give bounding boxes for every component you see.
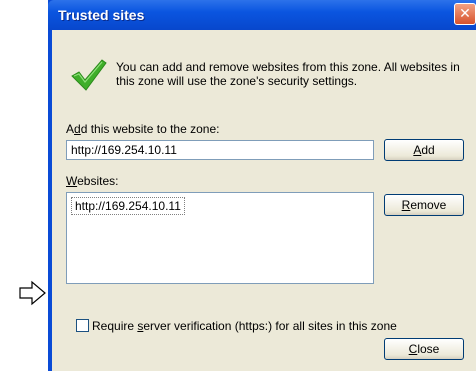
trusted-sites-dialog: Trusted sites ✕ You can add and remove w… — [48, 0, 476, 371]
websites-list[interactable]: http://169.254.10.11 — [66, 192, 374, 284]
list-item[interactable]: http://169.254.10.11 — [71, 197, 185, 215]
add-button[interactable]: Add — [384, 139, 464, 161]
pointer-arrow-icon — [19, 280, 46, 306]
zone-description: You can add and remove websites from thi… — [116, 60, 460, 88]
require-https-label[interactable]: Require server verification (https:) for… — [92, 319, 397, 333]
add-website-label: Add this website to the zone: — [66, 122, 220, 136]
require-https-checkbox[interactable] — [76, 319, 89, 332]
websites-label: Websites: — [66, 174, 119, 188]
website-url-input[interactable] — [66, 140, 374, 160]
green-checkmark-icon — [71, 59, 107, 91]
close-button[interactable]: Close — [384, 338, 464, 360]
dialog-title: Trusted sites — [58, 7, 145, 23]
title-bar[interactable]: Trusted sites ✕ — [48, 0, 476, 30]
remove-button[interactable]: Remove — [384, 194, 464, 216]
close-window-button[interactable]: ✕ — [454, 3, 476, 25]
dialog-body: You can add and remove websites from thi… — [52, 30, 476, 371]
